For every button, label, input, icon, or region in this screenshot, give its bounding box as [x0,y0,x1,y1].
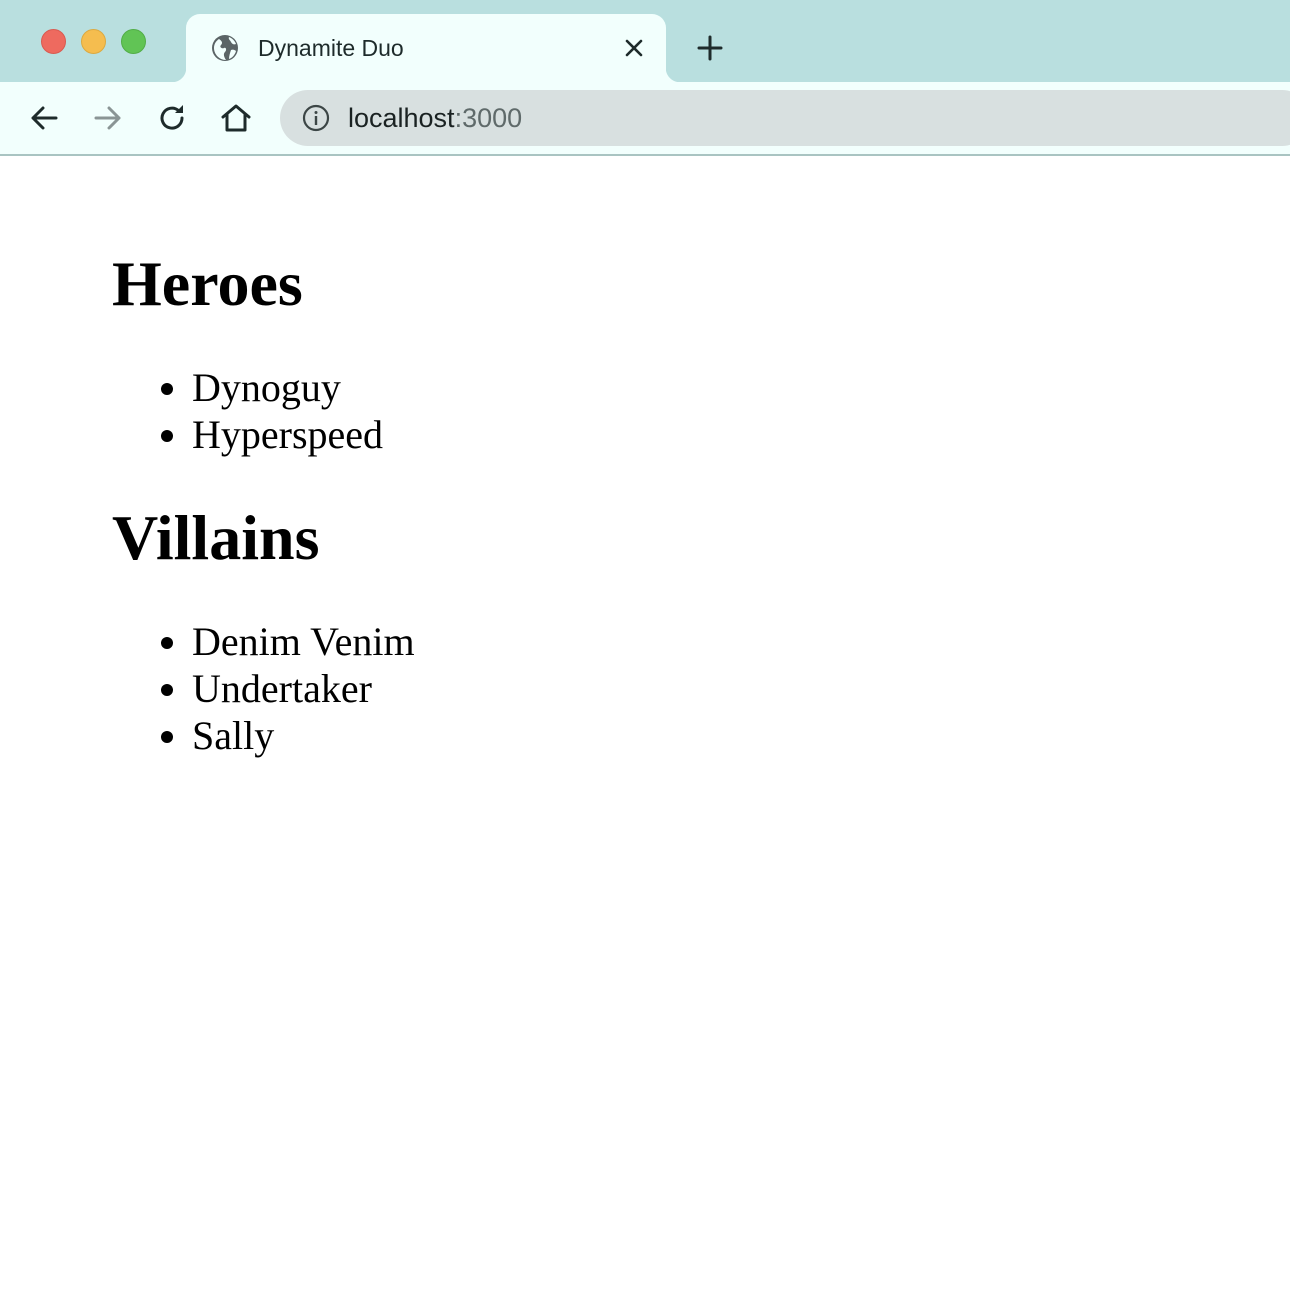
url-host: localhost [348,103,455,133]
url-port: :3000 [454,103,523,133]
browser-toolbar: localhost:3000 [0,82,1290,156]
tab-strip: Dynamite Duo [0,0,1290,82]
window-close-button[interactable] [41,29,66,54]
list-item: Undertaker [192,665,415,712]
villains-heading: Villains [112,502,320,573]
list-item: Dynoguy [192,364,383,411]
home-icon[interactable] [218,100,254,136]
plus-icon[interactable] [694,32,726,64]
reload-icon[interactable] [154,100,190,136]
list-item: Hyperspeed [192,411,383,458]
address-bar[interactable]: localhost:3000 [280,90,1290,146]
page-content: Heroes Dynoguy Hyperspeed Villains Denim… [0,156,1290,1298]
browser-window: Dynamite Duo localhost:3000 Heroes • Dyn… [0,0,1290,1298]
window-zoom-button[interactable] [121,29,146,54]
tab-title: Dynamite Duo [258,35,404,61]
globe-icon [210,33,240,63]
heroes-heading: Heroes [112,248,303,319]
window-minimize-button[interactable] [81,29,106,54]
tab-active[interactable]: Dynamite Duo [172,14,680,82]
villains-list: Denim Venim Undertaker Sally [0,618,415,759]
list-item: Denim Venim [192,618,415,665]
list-item: Sally [192,712,415,759]
url-text[interactable]: localhost:3000 [348,103,522,133]
close-icon[interactable] [620,34,648,62]
arrow-left-icon[interactable] [26,100,62,136]
info-icon[interactable] [302,104,330,132]
arrow-right-icon[interactable] [90,100,126,136]
heroes-list: Dynoguy Hyperspeed [0,364,383,458]
